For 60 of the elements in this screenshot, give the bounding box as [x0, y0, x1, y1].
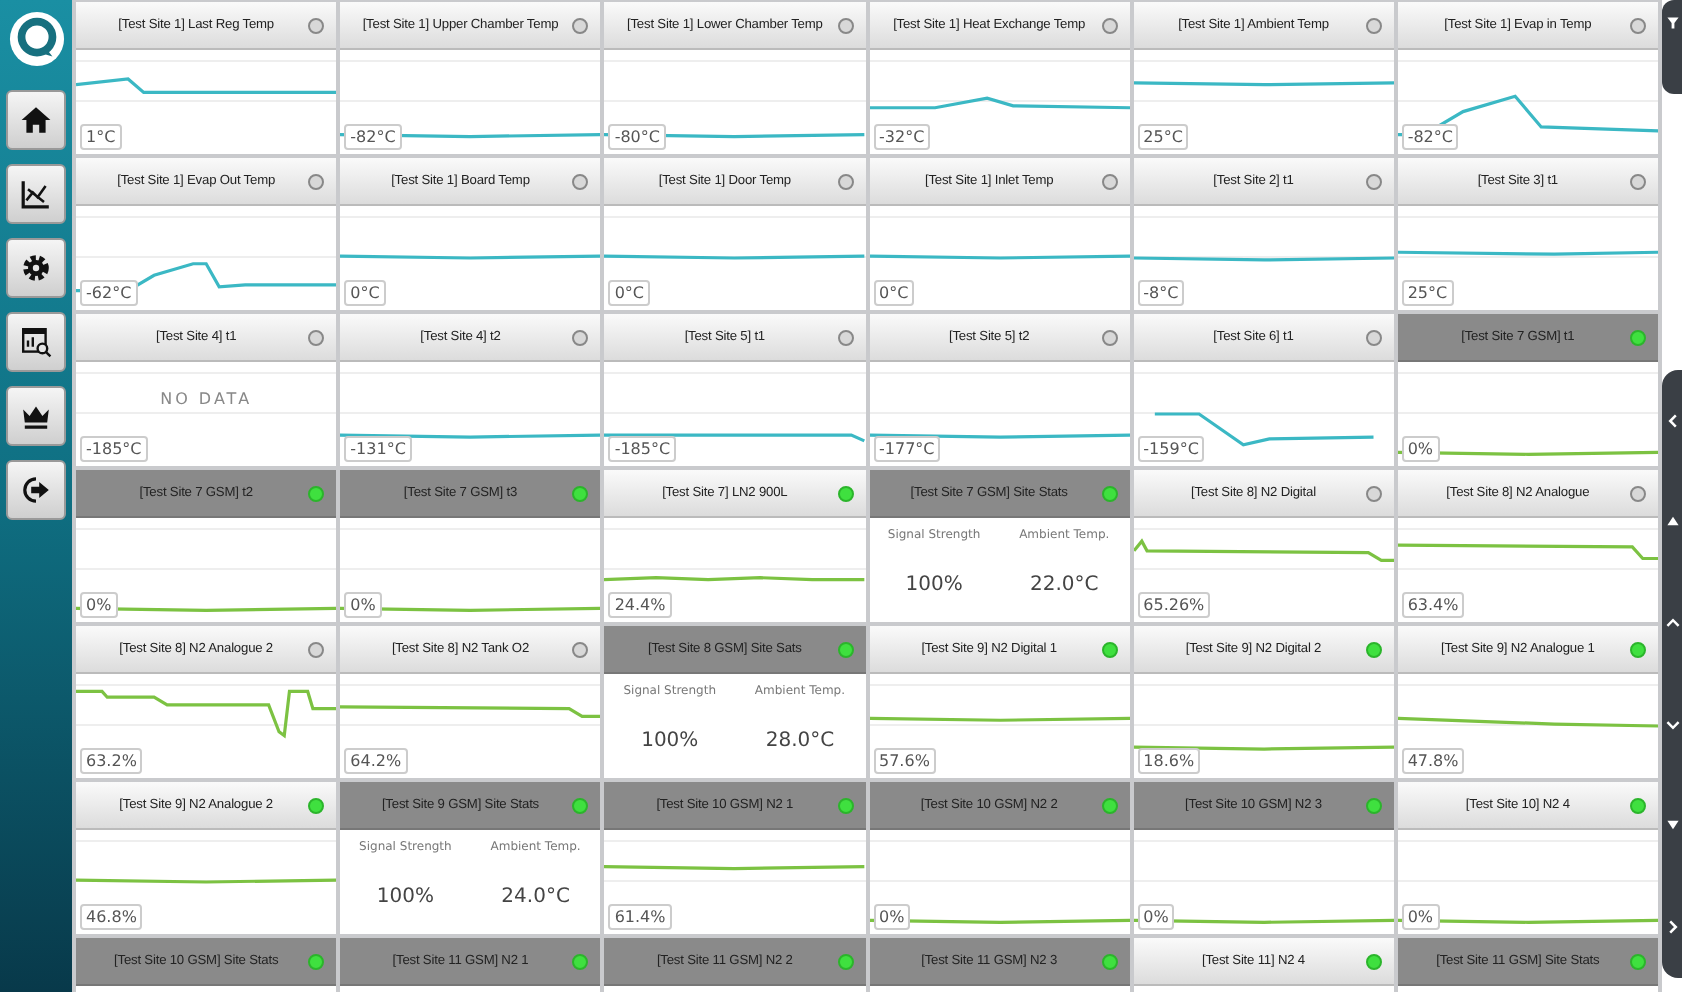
reading-badge: -177°C: [873, 436, 941, 462]
reading-badge: -8°C: [1137, 280, 1185, 306]
reading-badge: 24.4%: [608, 592, 672, 618]
chevron-right-icon[interactable]: [1665, 920, 1679, 935]
no-data-text: NO DATA: [158, 390, 255, 408]
reading-badge: 65.26%: [1137, 592, 1211, 618]
reading-badge: -159°C: [1137, 436, 1205, 462]
reading-badge: 61.4%: [608, 904, 672, 930]
logo-icon[interactable]: [7, 10, 65, 68]
reading-badge: 0%: [1401, 436, 1440, 462]
reading-badge: -131°C: [344, 436, 412, 462]
reading-badge: 1°C: [80, 124, 122, 150]
report-search-button[interactable]: [6, 312, 66, 372]
reading-badge: -80°C: [608, 124, 666, 150]
logout-icon: [20, 474, 52, 506]
reading-badge: 64.2%: [344, 748, 408, 774]
reading-badge: 0%: [873, 904, 911, 930]
stat-value: 22.0°C: [1029, 574, 1099, 596]
crown-button[interactable]: [6, 386, 66, 446]
chart-icon: [20, 178, 52, 210]
logout-button[interactable]: [6, 460, 66, 520]
reading-badge: -32°C: [873, 124, 931, 150]
reading-badge: 25°C: [1137, 124, 1189, 150]
reading-badge: 18.6%: [1137, 748, 1201, 774]
reading-badge: 0°C: [608, 280, 651, 306]
chart-button[interactable]: [6, 164, 66, 224]
filter-icon: [1665, 16, 1679, 30]
reading-badge: 0%: [1401, 904, 1440, 930]
stat-value: 100%: [376, 886, 434, 908]
stat-value: 100%: [641, 730, 699, 752]
report-search-icon: [20, 326, 52, 358]
chevron-down-icon[interactable]: [1665, 717, 1679, 732]
filter-tab[interactable]: [1662, 0, 1682, 94]
reading-badge: 0°C: [344, 280, 386, 306]
stat-value: 28.0°C: [765, 730, 835, 752]
reading-badge: 46.8%: [80, 904, 143, 930]
reading-badge: 47.8%: [1401, 748, 1465, 774]
reading-badge: 0%: [1137, 904, 1175, 930]
reading-badge: 0%: [344, 592, 382, 618]
reading-badge: 0°C: [873, 280, 915, 306]
reading-badge: -185°C: [608, 436, 677, 462]
settings-icon: [20, 252, 52, 284]
reading-badge: 0%: [80, 592, 118, 618]
chevron-up-icon[interactable]: [1665, 616, 1679, 631]
reading-badge: 63.4%: [1401, 592, 1465, 618]
reading-badge: -185°C: [80, 436, 148, 462]
reading-badge: -82°C: [1401, 124, 1459, 150]
triangle-up-icon[interactable]: [1665, 514, 1679, 529]
triangle-down-icon[interactable]: [1665, 818, 1679, 833]
reading-badge: -82°C: [344, 124, 402, 150]
reading-badge: -62°C: [80, 280, 138, 306]
reading-badge: 25°C: [1401, 280, 1454, 306]
stat-value: 24.0°C: [501, 886, 570, 908]
reading-badge: 57.6%: [873, 748, 936, 774]
reading-badge: 63.2%: [80, 748, 143, 774]
home-button[interactable]: [6, 90, 66, 150]
home-icon: [20, 104, 52, 136]
settings-button[interactable]: [6, 238, 66, 298]
chevron-left-icon[interactable]: [1665, 413, 1679, 428]
stat-value: 100%: [905, 574, 963, 596]
